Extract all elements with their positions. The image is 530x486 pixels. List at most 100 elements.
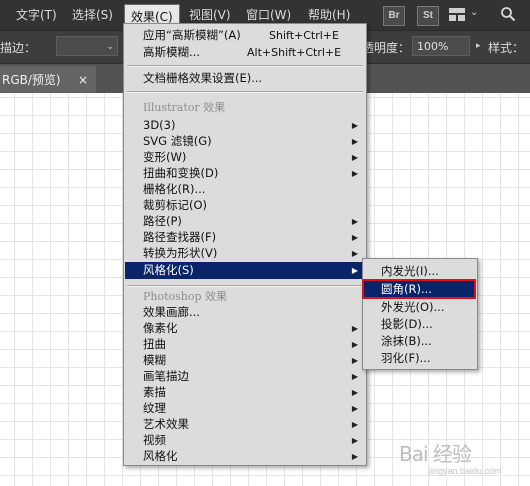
menu-item-stylize-photoshop[interactable]: 风格化 ▶: [125, 449, 365, 464]
section-header-label: Photoshop 效果: [143, 290, 228, 303]
menu-item-label: 涂抹(B)...: [381, 334, 432, 348]
menu-item-texture[interactable]: 纹理 ▶: [125, 401, 365, 416]
menu-item-apply-last-effect[interactable]: 应用“高斯模糊”(A) Shift+Ctrl+E: [125, 28, 365, 43]
menu-item-label: 视频: [143, 433, 166, 447]
menu-item-shortcut: Alt+Shift+Ctrl+E: [247, 46, 342, 59]
menu-item-label: 像素化: [143, 321, 178, 335]
menu-item-label: 投影(D)...: [381, 317, 433, 331]
menu-item-crop-marks[interactable]: 裁剪标记(O): [125, 198, 365, 213]
search-icon[interactable]: [500, 6, 516, 22]
menu-item-label: 外发光(O)...: [381, 300, 445, 314]
close-icon[interactable]: ×: [78, 66, 88, 94]
menu-item-label: 栅格化(R)...: [143, 182, 206, 196]
menu-item-label: 路径(P): [143, 214, 182, 228]
submenu-arrow-icon: ▶: [351, 137, 358, 146]
photoshop-effects-header: Photoshop 效果: [125, 289, 365, 304]
workspace-switcher-icon[interactable]: [449, 8, 465, 21]
menu-item-label: 素描: [143, 385, 166, 399]
submenu-item-drop-shadow[interactable]: 投影(D)...: [364, 316, 476, 332]
menu-item-stylize-illustrator[interactable]: 风格化(S) ▶: [125, 262, 365, 279]
menu-item-sketch[interactable]: 素描 ▶: [125, 385, 365, 400]
submenu-arrow-icon: ▶: [351, 420, 358, 429]
menu-item-convert-to-shape[interactable]: 转换为形状(V) ▶: [125, 246, 365, 261]
menu-select[interactable]: 选择(S): [66, 7, 119, 24]
menu-item-label: 扭曲和变换(D): [143, 166, 219, 180]
submenu-arrow-icon: ▶: [351, 452, 358, 461]
chevron-down-icon[interactable]: ⌄: [470, 7, 478, 18]
menu-item-label: 艺术效果: [143, 417, 189, 431]
document-tab-title: RGB/预览): [2, 73, 61, 87]
submenu-arrow-icon: ▶: [351, 404, 358, 413]
menu-item-distort-transform[interactable]: 扭曲和变换(D) ▶: [125, 166, 365, 181]
illustrator-effects-header: Illustrator 效果: [125, 100, 365, 115]
menu-item-shortcut: Shift+Ctrl+E: [269, 29, 339, 42]
submenu-item-feather[interactable]: 羽化(F)...: [364, 350, 476, 366]
opacity-input[interactable]: 100%: [412, 36, 470, 56]
menu-type[interactable]: 文字(T): [10, 7, 63, 24]
submenu-arrow-icon: ▶: [351, 217, 358, 226]
menu-item-label: 纹理: [143, 401, 166, 415]
menu-item-artistic[interactable]: 艺术效果 ▶: [125, 417, 365, 432]
opacity-value: 100%: [417, 40, 449, 53]
bridge-icon[interactable]: Br: [383, 6, 405, 26]
menu-item-pathfinder[interactable]: 路径查找器(F) ▶: [125, 230, 365, 245]
opacity-label: 透明度：: [362, 41, 411, 55]
document-tab[interactable]: RGB/预览) ×: [0, 66, 96, 94]
menu-item-distort[interactable]: 扭曲 ▶: [125, 337, 365, 352]
submenu-arrow-icon: ▶: [351, 169, 358, 178]
menu-item-raster-settings[interactable]: 文档栅格效果设置(E)...: [125, 71, 365, 86]
menu-separator: [127, 65, 363, 67]
submenu-arrow-icon: ▶: [351, 266, 358, 275]
stroke-weight-select[interactable]: ⌄: [56, 36, 118, 56]
submenu-item-scribble[interactable]: 涂抹(B)...: [364, 333, 476, 349]
menu-item-rasterize[interactable]: 栅格化(R)...: [125, 182, 365, 197]
stroke-label: 描边：: [0, 41, 37, 55]
menu-item-label: 圆角(R)...: [381, 282, 432, 296]
menu-item-warp[interactable]: 变形(W) ▶: [125, 150, 365, 165]
section-header-label: Illustrator 效果: [143, 101, 226, 114]
menu-item-3d[interactable]: 3D(3) ▶: [125, 118, 365, 133]
menu-item-label: 内发光(I)...: [381, 264, 439, 278]
menu-item-path[interactable]: 路径(P) ▶: [125, 214, 365, 229]
submenu-arrow-icon: ▶: [351, 340, 358, 349]
menu-item-label: 3D(3): [143, 118, 176, 132]
menu-item-label: 路径查找器(F): [143, 230, 217, 244]
submenu-arrow-icon: ▶: [351, 153, 358, 162]
menu-item-video[interactable]: 视频 ▶: [125, 433, 365, 448]
menu-help[interactable]: 帮助(H): [302, 7, 356, 24]
menu-item-label: 风格化(S): [143, 263, 194, 277]
opacity-arrow-icon[interactable]: ▸: [476, 41, 481, 51]
submenu-arrow-icon: ▶: [351, 233, 358, 242]
menu-item-label: 变形(W): [143, 150, 187, 164]
menu-item-blur[interactable]: 模糊 ▶: [125, 353, 365, 368]
submenu-arrow-icon: ▶: [351, 372, 358, 381]
stock-icon[interactable]: St: [417, 6, 439, 26]
menu-item-label: SVG 滤镜(G): [143, 134, 212, 148]
submenu-item-outer-glow[interactable]: 外发光(O)...: [364, 299, 476, 315]
menu-item-label: 应用“高斯模糊”(A): [143, 28, 241, 42]
menu-view[interactable]: 视图(V): [183, 7, 237, 24]
chevron-down-icon: ⌄: [106, 42, 114, 52]
submenu-arrow-icon: ▶: [351, 249, 358, 258]
menu-item-effect-gallery[interactable]: 效果画廊...: [125, 305, 365, 320]
submenu-item-inner-glow[interactable]: 内发光(I)...: [364, 263, 476, 279]
menu-separator: [127, 91, 363, 93]
menu-item-label: 画笔描边: [143, 369, 189, 383]
menu-item-label: 羽化(F)...: [381, 351, 431, 365]
submenu-item-round-corners[interactable]: 圆角(R)...: [362, 279, 476, 299]
menu-item-last-effect[interactable]: 高斯模糊... Alt+Shift+Ctrl+E: [125, 45, 365, 60]
menu-item-brush-strokes[interactable]: 画笔描边 ▶: [125, 369, 365, 384]
menu-window[interactable]: 窗口(W): [240, 7, 297, 24]
menu-item-label: 风格化: [143, 449, 178, 463]
menu-item-label: 模糊: [143, 353, 166, 367]
menu-item-svg-filters[interactable]: SVG 滤镜(G) ▶: [125, 134, 365, 149]
submenu-arrow-icon: ▶: [351, 121, 358, 130]
submenu-arrow-icon: ▶: [351, 436, 358, 445]
submenu-arrow-icon: ▶: [351, 356, 358, 365]
menu-item-label: 转换为形状(V): [143, 246, 218, 260]
style-label: 样式：: [488, 41, 525, 55]
menu-item-pixelate[interactable]: 像素化 ▶: [125, 321, 365, 336]
stylize-submenu: 内发光(I)... 圆角(R)... 外发光(O)... 投影(D)... 涂抹…: [362, 258, 478, 370]
effect-menu: 应用“高斯模糊”(A) Shift+Ctrl+E 高斯模糊... Alt+Shi…: [123, 23, 367, 466]
menu-item-label: 扭曲: [143, 337, 166, 351]
